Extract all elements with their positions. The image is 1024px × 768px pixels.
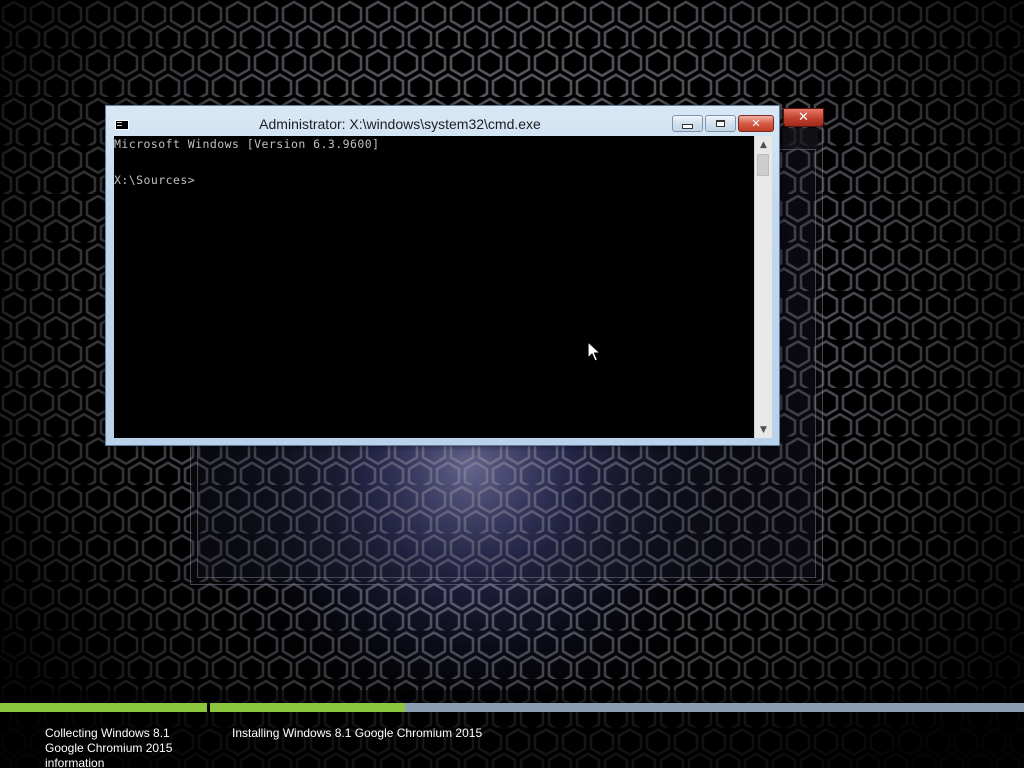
close-button[interactable]: ✕ <box>738 115 774 132</box>
setup-progress-bar <box>0 703 1024 712</box>
console-prompt[interactable]: X:\Sources> <box>114 173 195 187</box>
progress-fill-collecting <box>0 703 207 712</box>
step-label-collecting: Collecting Windows 8.1 Google Chromium 2… <box>45 726 173 768</box>
maximize-button[interactable] <box>705 115 736 132</box>
close-icon: ✕ <box>751 117 761 130</box>
minimize-button[interactable] <box>672 115 703 132</box>
minimize-icon <box>682 123 693 129</box>
setup-titlebar-shadow <box>783 128 818 150</box>
setup-close-button[interactable]: ✕ <box>783 108 824 127</box>
scroll-up-button[interactable]: ▲ <box>755 136 772 153</box>
scroll-thumb[interactable] <box>757 154 769 176</box>
console-version-line: Microsoft Windows [Version 6.3.9600] <box>114 137 380 151</box>
maximize-icon <box>716 120 725 127</box>
arrow-up-icon: ▲ <box>760 139 767 150</box>
progress-segment-installing <box>210 703 1024 712</box>
progress-segment-collecting <box>0 703 207 712</box>
cmd-window[interactable]: Administrator: X:\windows\system32\cmd.e… <box>105 105 780 446</box>
cmd-titlebar[interactable]: Administrator: X:\windows\system32\cmd.e… <box>106 106 779 136</box>
vertical-scrollbar[interactable]: ▲ ▼ <box>754 136 772 438</box>
mouse-pointer-icon <box>587 341 601 362</box>
progress-fill-installing <box>210 703 406 712</box>
arrow-down-icon: ▼ <box>760 424 767 435</box>
scroll-down-button[interactable]: ▼ <box>755 421 772 438</box>
step-label-installing: Installing Windows 8.1 Google Chromium 2… <box>232 726 483 740</box>
close-icon: ✕ <box>798 110 809 125</box>
console-output[interactable]: Microsoft Windows [Version 6.3.9600] X:\… <box>114 136 754 438</box>
desktop: ✕ Administrator: X:\windows\system32\cmd… <box>0 0 1024 768</box>
